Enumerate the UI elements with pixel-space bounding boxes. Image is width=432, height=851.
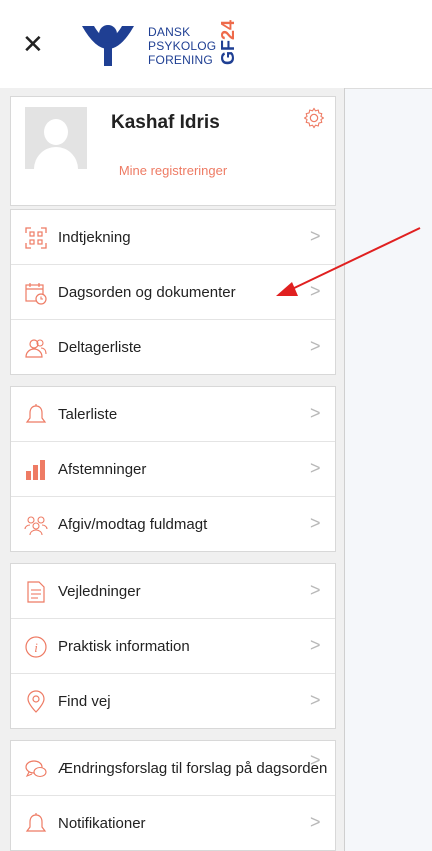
annotation-arrow: [276, 227, 421, 296]
